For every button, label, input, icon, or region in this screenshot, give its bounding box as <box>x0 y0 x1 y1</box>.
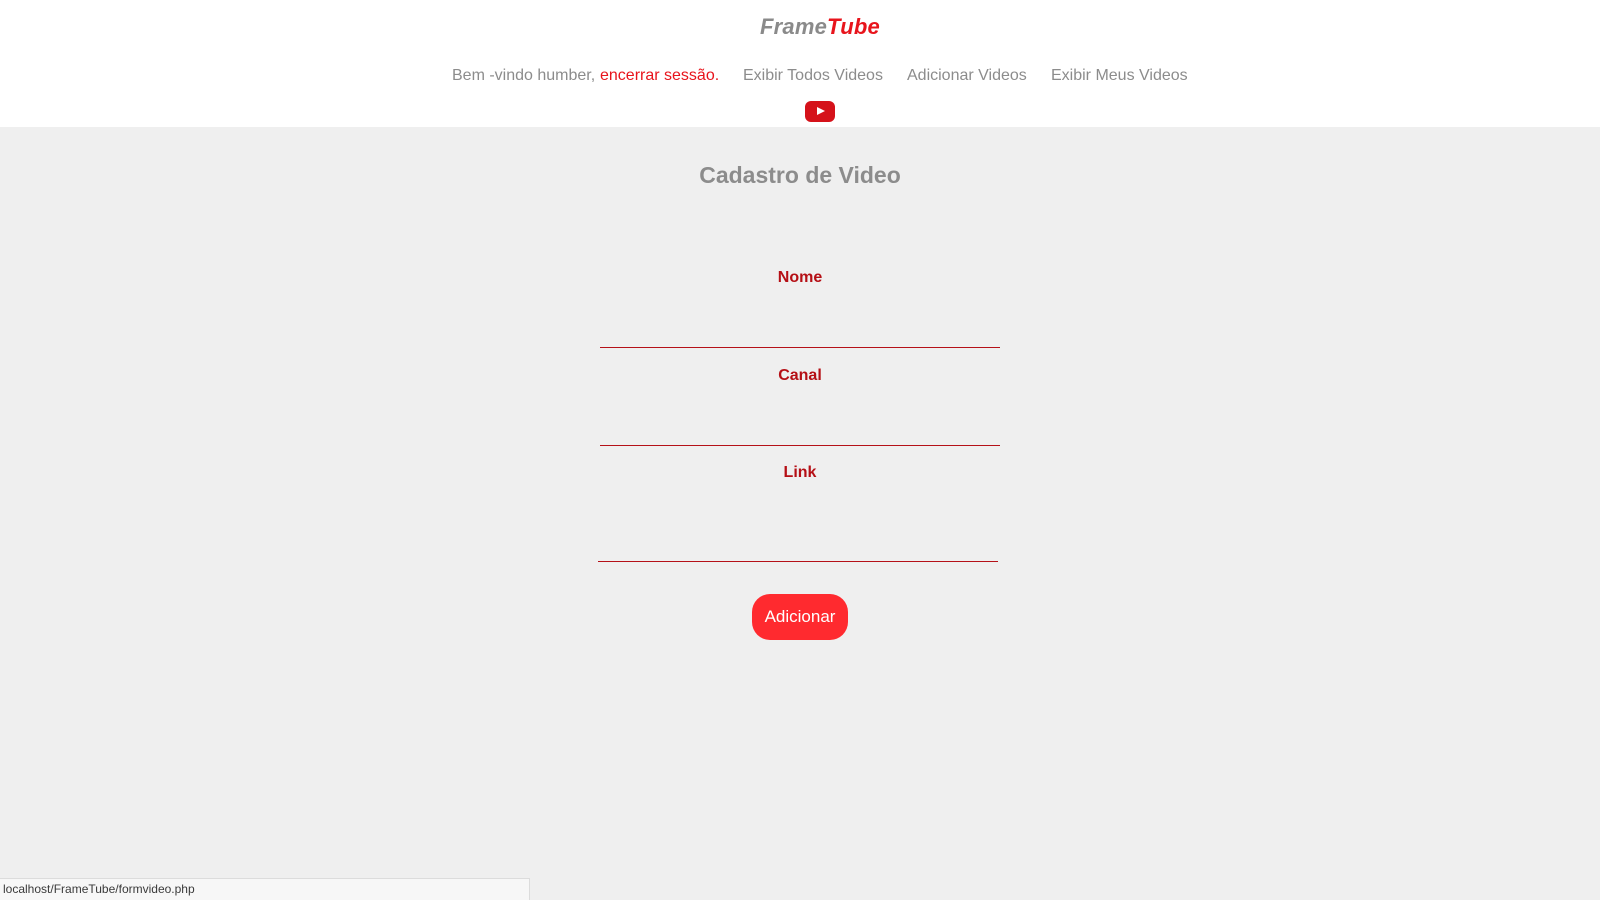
link-label: Link <box>783 464 817 481</box>
logo-frame-text: Frame <box>759 14 828 39</box>
site-header: FrameTube Bem -vindo humber, encerrar se… <box>0 0 1600 127</box>
welcome-message: Bem -vindo humber, <box>452 67 596 84</box>
nav-link-my-videos[interactable]: Exibir Meus Videos <box>1051 67 1188 85</box>
name-input[interactable] <box>600 317 1000 348</box>
name-label: Nome <box>777 269 823 286</box>
link-input[interactable] <box>598 531 998 562</box>
channel-label: Canal <box>778 367 822 384</box>
site-logo[interactable]: FrameTube <box>0 14 1600 40</box>
channel-input[interactable] <box>600 415 1000 446</box>
browser-status-url: localhost/FrameTube/formvideo.php <box>0 878 530 900</box>
logout-link[interactable]: encerrar sessão. <box>600 67 719 85</box>
main-navigation: Bem -vindo humber, encerrar sessão. Exib… <box>0 67 1600 89</box>
add-video-button[interactable]: Adicionar <box>752 594 848 640</box>
logo-tube-text: Tube <box>827 14 880 39</box>
nav-link-add-videos[interactable]: Adicionar Videos <box>907 67 1027 85</box>
page-title: Cadastro de Video <box>699 162 901 189</box>
nav-link-all-videos[interactable]: Exibir Todos Videos <box>743 67 883 85</box>
video-form-section: Cadastro de Video Nome Canal Link Adicio… <box>0 127 1600 900</box>
youtube-play-icon <box>805 101 835 122</box>
